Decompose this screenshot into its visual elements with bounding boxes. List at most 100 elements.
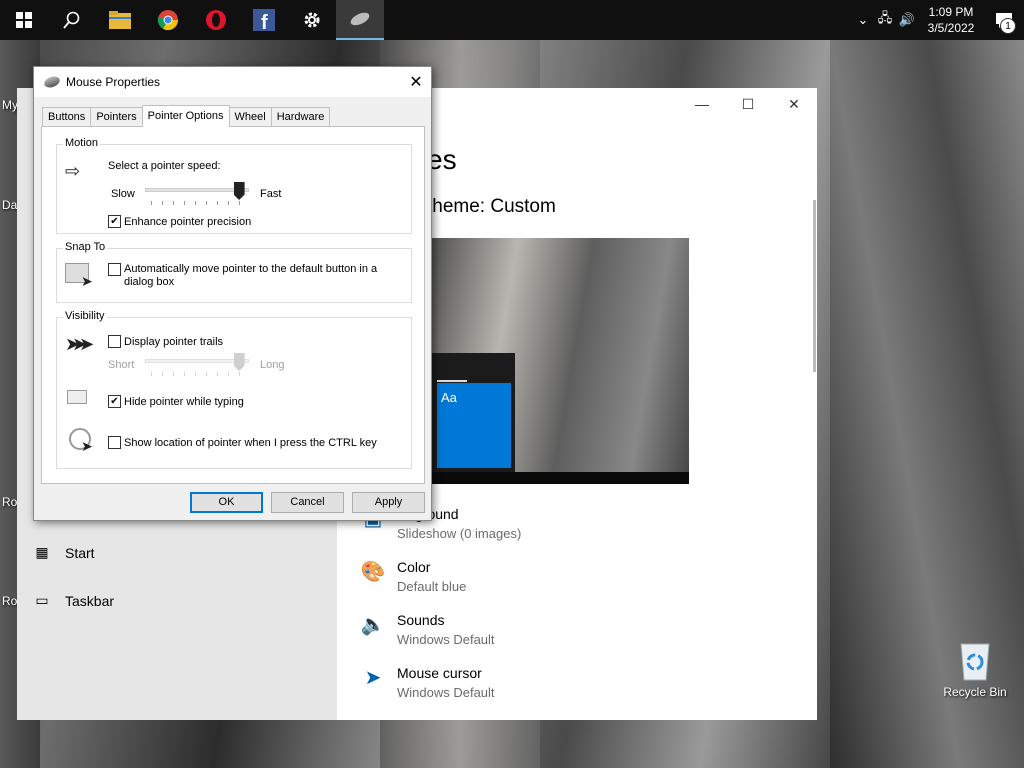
gear-icon — [304, 12, 320, 28]
snap-to-group: Snap To ➤ Automatically move pointer to … — [56, 241, 412, 303]
sidebar-item-label: Taskbar — [65, 592, 115, 609]
system-tray: ⌄ 🖧 🔊 1:09 PM 3/5/2022 1 — [852, 0, 1024, 40]
opera-button[interactable] — [192, 0, 240, 40]
maximize-button[interactable]: ☐ — [725, 88, 771, 120]
pointer-trails-ticks — [151, 372, 249, 376]
settings-button[interactable] — [288, 0, 336, 40]
option-subtitle: Default blue — [397, 579, 467, 594]
close-button[interactable]: ✕ — [401, 67, 431, 97]
search-button[interactable] — [48, 0, 96, 40]
network-icon[interactable]: 🖧 — [874, 9, 896, 31]
mouse-icon — [350, 12, 370, 26]
folder-icon — [109, 11, 131, 29]
ctrl-locate-checkbox[interactable] — [108, 436, 121, 449]
cursor-icon: ➤ — [364, 667, 382, 689]
taskbar-icon: ▭ — [35, 592, 49, 608]
ok-button[interactable]: OK — [190, 492, 263, 513]
long-label: Long — [260, 359, 285, 371]
option-sounds[interactable]: 🔈 Sounds Windows Default — [359, 612, 495, 647]
group-label: Snap To — [63, 241, 108, 253]
group-label: Visibility — [63, 310, 107, 322]
apply-button[interactable]: Apply — [352, 492, 425, 513]
visibility-group: Visibility ➤➤➤ Display pointer trails Sh… — [56, 310, 412, 469]
cursor-icon: ➤ — [81, 438, 93, 454]
recycle-bin[interactable]: Recycle Bin — [940, 640, 1010, 699]
desktop-icon-label[interactable]: Ro — [2, 594, 17, 608]
action-center-button[interactable]: 1 — [984, 0, 1024, 40]
mouse-properties-button[interactable] — [336, 0, 384, 40]
option-title: Color — [397, 559, 431, 575]
file-explorer-button[interactable] — [96, 0, 144, 40]
option-subtitle: Windows Default — [397, 685, 495, 700]
hide-pointer-label: Hide pointer while typing — [124, 396, 244, 408]
mouse-properties-dialog: Mouse Properties ✕ Buttons Pointers Poin… — [33, 66, 432, 521]
start-icon: ▦ — [35, 544, 49, 560]
sidebar-item-start[interactable]: ▦ Start — [33, 544, 94, 561]
snap-to-label: Automatically move pointer to the defaul… — [124, 263, 378, 288]
desktop-icon-label[interactable]: Da — [2, 198, 17, 212]
desktop-icon-label[interactable]: My — [2, 98, 18, 112]
tab-strip: Buttons Pointers Pointer Options Wheel H… — [42, 105, 331, 127]
dialog-title: Mouse Properties — [66, 75, 161, 89]
pointer-trails-checkbox[interactable] — [108, 335, 121, 348]
desktop-icon-label[interactable]: Ro — [2, 495, 17, 509]
recycle-bin-icon — [960, 643, 990, 681]
option-color[interactable]: 🎨 Color Default blue — [359, 559, 467, 594]
svg-text:f: f — [261, 12, 268, 31]
fast-label: Fast — [260, 188, 282, 200]
snap-to-checkbox[interactable] — [108, 263, 121, 276]
slow-label: Slow — [111, 188, 135, 200]
opera-icon — [206, 10, 226, 30]
theme-preview: Aa — [427, 238, 689, 484]
tab-pointer-options[interactable]: Pointer Options — [141, 105, 230, 127]
pointer-trails-label: Display pointer trails — [124, 336, 224, 348]
cancel-button[interactable]: Cancel — [271, 492, 344, 513]
close-button[interactable]: ✕ — [771, 88, 817, 120]
speaker-icon: 🔈 — [360, 614, 386, 636]
facebook-icon: f — [253, 9, 275, 31]
pointer-speed-icon: ⇨ — [65, 161, 81, 181]
tab-wheel[interactable]: Wheel — [228, 107, 272, 127]
taskbar: f ⌄ 🖧 🔊 1:09 PM 3/5/2022 1 — [0, 0, 1024, 40]
pointer-trails-track[interactable] — [145, 359, 249, 363]
enhance-precision-checkbox[interactable]: ✔ — [108, 215, 121, 228]
pointer-speed-prompt: Select a pointer speed: — [108, 160, 221, 172]
minimize-button[interactable]: — — [679, 88, 725, 120]
group-label: Motion — [63, 137, 101, 149]
tab-pointers[interactable]: Pointers — [90, 107, 143, 127]
pointer-trails-slider[interactable] — [233, 353, 245, 371]
preview-line — [437, 380, 467, 382]
motion-group: Motion ⇨ Select a pointer speed: Slow Fa… — [56, 137, 412, 234]
search-icon — [63, 11, 80, 29]
mouse-icon — [42, 74, 62, 90]
pointer-trails-icon: ➤➤➤ — [65, 334, 94, 354]
sidebar-item-taskbar[interactable]: ▭ Taskbar — [33, 592, 114, 609]
chrome-icon — [157, 10, 179, 31]
option-subtitle: Windows Default — [397, 632, 495, 647]
preview-tile-text: Aa — [441, 390, 457, 405]
dialog-titlebar[interactable]: Mouse Properties ✕ — [34, 67, 431, 97]
tab-hardware[interactable]: Hardware — [270, 107, 331, 127]
cursor-icon: ➤ — [81, 273, 93, 289]
recycle-bin-label: Recycle Bin — [943, 685, 1007, 699]
clock-time: 1:09 PM — [928, 5, 974, 19]
tab-buttons[interactable]: Buttons — [42, 107, 92, 127]
facebook-button[interactable]: f — [240, 0, 288, 40]
palette-icon: 🎨 — [360, 561, 386, 583]
pointer-speed-track[interactable] — [145, 188, 249, 192]
ctrl-locate-label: Show location of pointer when I press th… — [124, 437, 377, 449]
chrome-button[interactable] — [144, 0, 192, 40]
clock-date: 3/5/2022 — [927, 21, 975, 35]
chevron-up-icon[interactable]: ⌄ — [852, 12, 874, 28]
scrollbar[interactable] — [813, 200, 816, 372]
pointer-speed-slider[interactable] — [233, 182, 245, 200]
short-label: Short — [108, 359, 135, 371]
option-subtitle: Slideshow (0 images) — [397, 526, 522, 541]
clock[interactable]: 1:09 PM 3/5/2022 — [918, 4, 984, 36]
option-mouse-cursor[interactable]: ➤ Mouse cursor Windows Default — [359, 665, 495, 700]
hide-pointer-checkbox[interactable]: ✔ — [108, 395, 121, 408]
start-button[interactable] — [0, 0, 48, 40]
volume-icon[interactable]: 🔊 — [896, 12, 918, 28]
current-theme: theme: Custom — [427, 196, 556, 217]
preview-taskbar — [427, 472, 689, 484]
